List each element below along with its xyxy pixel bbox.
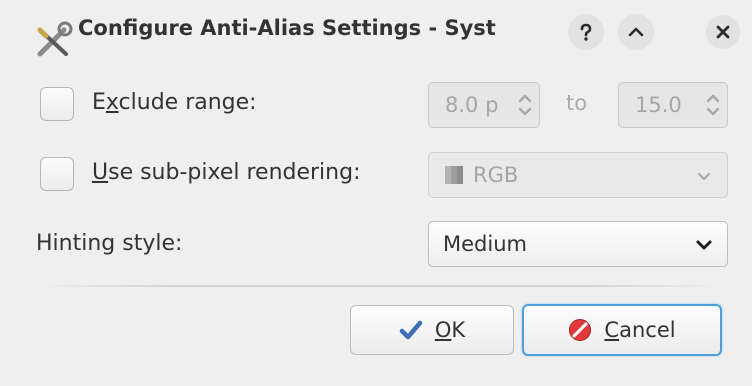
cancel-label: Cancel <box>604 318 676 342</box>
title-bar[interactable]: Configure Anti-Alias Settings - Syst <box>0 0 752 64</box>
window-title: Configure Anti-Alias Settings - Syst <box>78 16 496 40</box>
ok-label: OK <box>434 318 466 342</box>
cancel-icon <box>569 319 592 341</box>
subpixel-rendering-label[interactable]: Use sub-pixel rendering: <box>92 160 361 185</box>
help-icon <box>580 23 592 41</box>
exclude-range-checkbox[interactable] <box>40 87 74 121</box>
hinting-style-label: Hinting style: <box>36 231 183 256</box>
ok-button[interactable]: OK <box>350 305 514 355</box>
spin-arrows-icon <box>518 94 532 116</box>
subpixel-order-value: RGB <box>473 163 519 187</box>
separator <box>36 285 722 287</box>
exclude-range-from-spinbox[interactable]: 8.0 p <box>428 82 540 128</box>
shade-button[interactable] <box>618 14 654 50</box>
exclude-range-from-value: 8.0 p <box>445 93 499 117</box>
chevron-down-icon <box>696 240 712 250</box>
close-button[interactable] <box>706 15 740 49</box>
hinting-style-combobox[interactable]: Medium <box>428 221 728 267</box>
spin-arrows-icon <box>706 94 720 116</box>
exclude-range-to-spinbox[interactable]: 15.0 <box>618 82 728 128</box>
rgb-swatch-icon <box>445 166 463 184</box>
subpixel-rendering-checkbox[interactable] <box>40 157 74 191</box>
exclude-range-to-value: 15.0 <box>635 93 682 117</box>
to-label: to <box>566 91 588 115</box>
subpixel-order-combobox[interactable]: RGB <box>428 152 728 198</box>
hinting-style-value: Medium <box>443 232 527 256</box>
tools-icon <box>37 21 73 57</box>
dialog-window: Configure Anti-Alias Settings - Syst Exc… <box>0 0 752 386</box>
chevron-down-icon <box>698 173 710 180</box>
exclude-range-label[interactable]: Exclude range: <box>92 90 257 115</box>
close-icon <box>716 25 730 39</box>
help-button[interactable] <box>568 14 604 50</box>
checkmark-icon <box>399 320 423 340</box>
cancel-button[interactable]: Cancel <box>522 304 722 356</box>
shade-up-icon <box>628 27 644 37</box>
